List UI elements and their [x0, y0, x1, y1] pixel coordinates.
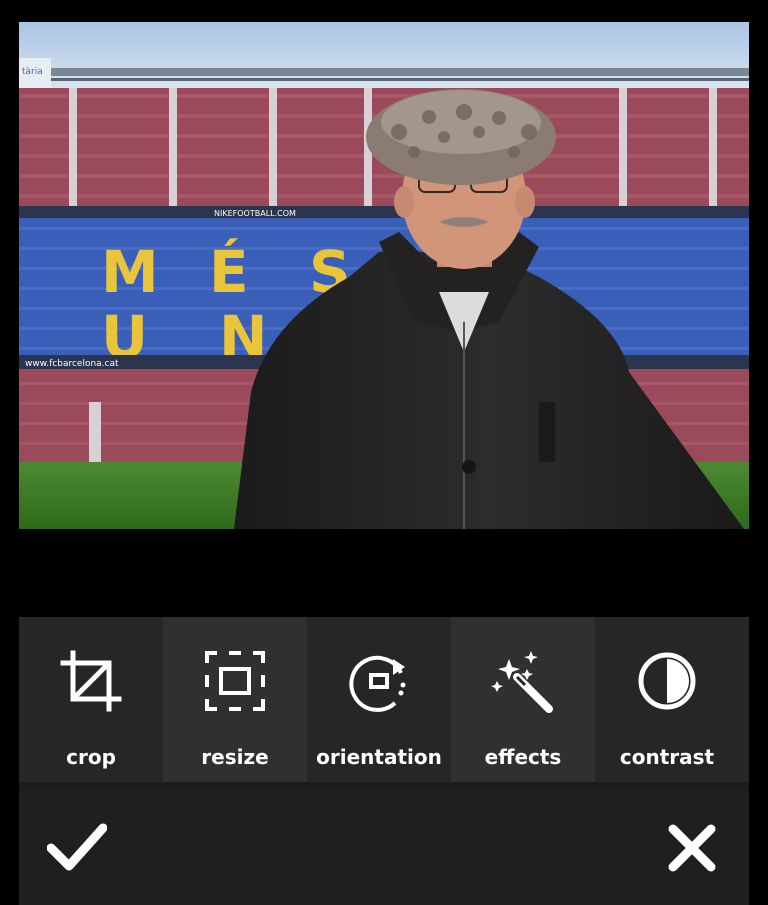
action-bar — [19, 790, 749, 905]
effects-label: effects — [484, 745, 562, 769]
toolbar-divider — [19, 782, 749, 790]
stadium-banner-bottom: www.fcbarcelona.cat — [25, 359, 119, 369]
resize-icon — [205, 651, 265, 711]
crop-icon — [60, 650, 122, 712]
crop-label: crop — [66, 745, 116, 769]
stadium-banner-top: NIKEFOOTBALL.COM — [214, 209, 296, 218]
orientation-button[interactable]: orientation — [307, 617, 451, 784]
resize-button[interactable]: resize — [163, 617, 307, 784]
effects-button[interactable]: effects — [451, 617, 595, 784]
close-icon[interactable] — [667, 823, 717, 873]
orientation-label: orientation — [316, 745, 442, 769]
resize-label: resize — [201, 745, 269, 769]
seat-letter: M — [101, 238, 159, 306]
rotate-icon — [349, 655, 406, 712]
crop-button[interactable]: crop — [19, 617, 163, 784]
contrast-button[interactable]: contrast — [595, 617, 739, 784]
seat-letter: É — [209, 237, 249, 306]
checkmark-icon[interactable] — [47, 820, 107, 876]
contrast-label: contrast — [619, 745, 715, 769]
contrast-icon — [638, 652, 696, 710]
stadium-photo: tària NIKEFOOTBALL.COM M É S U N www.fcb… — [19, 22, 749, 529]
photo-canvas[interactable]: tària NIKEFOOTBALL.COM M É S U N www.fcb… — [19, 22, 749, 529]
stadium-sign-text: tària — [22, 67, 43, 77]
magic-wand-icon — [491, 651, 553, 713]
edit-toolbar: crop resize orientation effects contrast — [19, 617, 749, 784]
